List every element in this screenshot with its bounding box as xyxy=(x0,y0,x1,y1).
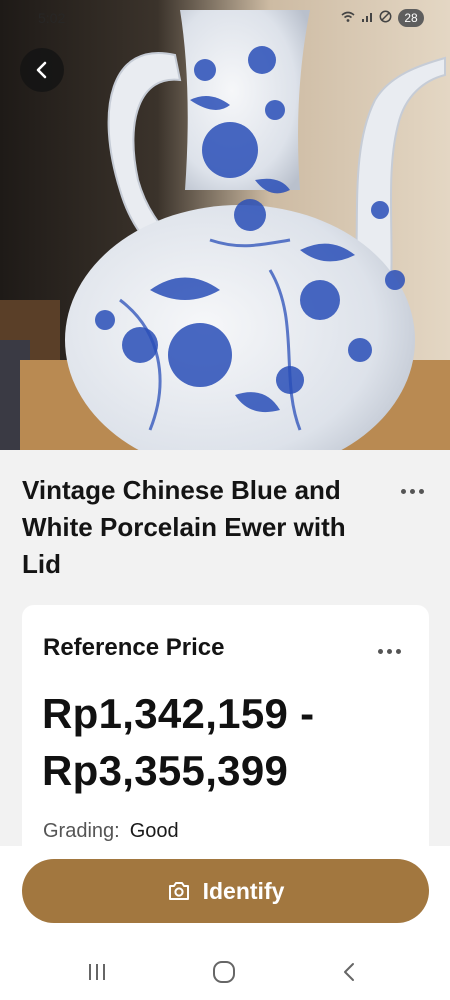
price-range: Rp1,342,159 - Rp3,355,399 xyxy=(42,690,315,794)
recent-apps-button[interactable] xyxy=(77,952,117,992)
title-section: Vintage Chinese Blue and White Porcelain… xyxy=(0,450,450,602)
system-nav-bar xyxy=(0,942,450,994)
battery-indicator: 28 xyxy=(398,9,424,27)
recent-apps-icon xyxy=(89,964,105,980)
back-button[interactable] xyxy=(20,48,64,92)
status-time: 5:02 xyxy=(38,10,66,26)
reference-price-card: Reference Price Rp1,342,159 - Rp3,355,39… xyxy=(22,605,429,865)
do-not-disturb-icon xyxy=(379,10,392,26)
grading-label: Grading: xyxy=(43,820,120,842)
status-bar: 5:02 28 xyxy=(0,0,450,38)
price-card-title: Reference Price xyxy=(43,634,225,661)
identify-label: Identify xyxy=(202,877,285,904)
back-icon xyxy=(344,963,354,981)
home-icon xyxy=(213,961,235,983)
status-icons: 28 xyxy=(341,9,424,27)
grading-row: Grading: Good xyxy=(43,820,179,843)
more-horizontal-icon xyxy=(401,489,406,494)
home-button[interactable] xyxy=(204,952,244,992)
title-more-button[interactable] xyxy=(397,485,428,498)
system-back-button[interactable] xyxy=(330,952,370,992)
identify-button[interactable]: Identify xyxy=(22,859,429,923)
camera-icon xyxy=(168,882,189,900)
price-card-more-button[interactable] xyxy=(374,645,405,658)
chevron-left-icon xyxy=(36,61,47,79)
more-horizontal-icon xyxy=(378,649,383,654)
grading-value: Good xyxy=(129,820,179,842)
bottom-action-area: Identify xyxy=(0,846,450,1000)
porcelain-ewer-image xyxy=(0,0,450,450)
item-title: Vintage Chinese Blue and White Porcelain… xyxy=(22,475,346,579)
wifi-icon xyxy=(341,11,355,26)
item-photo: 5:02 28 xyxy=(0,0,450,450)
signal-icon xyxy=(361,11,373,26)
